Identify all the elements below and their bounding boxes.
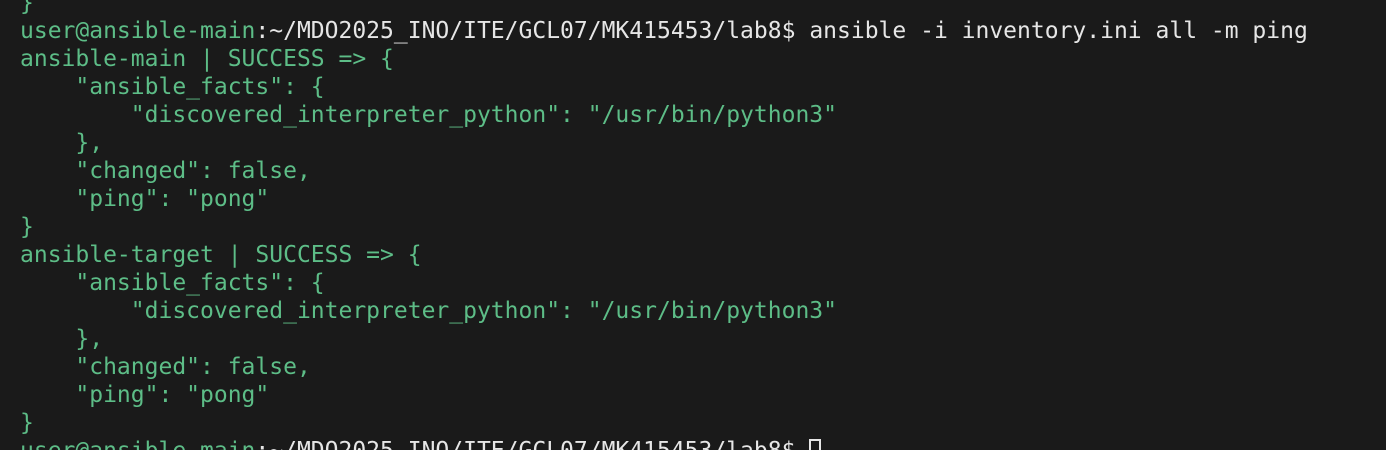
- cursor-icon: [809, 439, 822, 450]
- output-line: ansible-main | SUCCESS => {: [20, 46, 394, 72]
- prompt-path: :~/MDO2025_INO/ITE/GCL07/MK415453/lab8: [255, 18, 782, 44]
- output-line: "ping": "pong": [20, 382, 270, 408]
- output-line: "ansible_facts": {: [20, 270, 325, 296]
- output-line: },: [20, 130, 104, 156]
- output-line: },: [20, 326, 104, 352]
- output-line: "changed": false,: [20, 158, 311, 184]
- command-text: ansible -i inventory.ini all -m ping: [795, 18, 1308, 44]
- terminal-window[interactable]: } user@ansible-main:~/MDO2025_INO/ITE/GC…: [0, 0, 1386, 450]
- command-line[interactable]: user@ansible-main:~/MDO2025_INO/ITE/GCL0…: [20, 437, 1308, 450]
- prompt-user-host: user@ansible-main: [20, 438, 255, 450]
- prompt-user-host: user@ansible-main: [20, 18, 256, 44]
- output-line: }: [20, 0, 34, 16]
- output-line: "discovered_interpreter_python": "/usr/b…: [20, 102, 837, 128]
- output-line: "discovered_interpreter_python": "/usr/b…: [20, 298, 837, 324]
- prompt-path: :~/MDO2025_INO/ITE/GCL07/MK415453/lab8: [255, 438, 781, 450]
- output-line: "ping": "pong": [20, 186, 270, 212]
- output-line: "ansible_facts": {: [20, 74, 325, 100]
- prompt-symbol: $: [781, 18, 796, 44]
- prompt-symbol: $: [782, 438, 796, 450]
- output-line: }: [20, 410, 34, 436]
- output-line: ansible-target | SUCCESS => {: [20, 242, 422, 268]
- output-line: }: [20, 214, 34, 240]
- command-line: user@ansible-main:~/MDO2025_INO/ITE/GCL0…: [20, 17, 1308, 45]
- output-line: "changed": false,: [20, 354, 311, 380]
- command-input[interactable]: [795, 438, 809, 450]
- terminal-output: } user@ansible-main:~/MDO2025_INO/ITE/GC…: [20, 0, 1308, 450]
